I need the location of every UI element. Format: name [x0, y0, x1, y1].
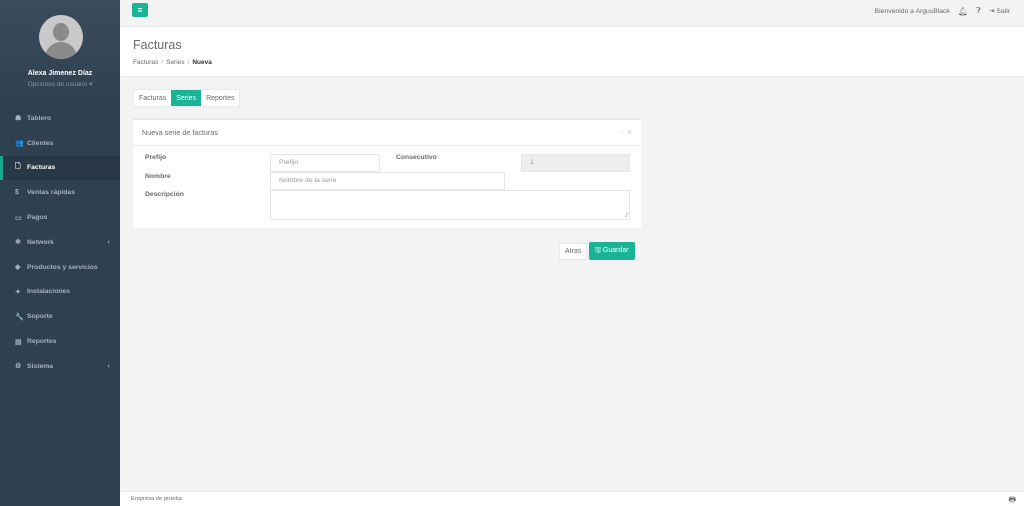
- series-form-panel: Nueva serie de facturas ▫ ✕ Prefijo Pref…: [133, 118, 641, 228]
- breadcrumb-current: Nueva: [192, 59, 212, 66]
- chevron-left-icon: ‹: [107, 238, 110, 246]
- nombre-input[interactable]: Nombre de la serie: [270, 172, 505, 190]
- install-icon: ✦: [15, 288, 21, 296]
- dashboard-icon: ☗: [15, 115, 22, 123]
- sidebar-item-facturas[interactable]: 🗋 Facturas: [0, 155, 120, 181]
- book-icon: ▤: [15, 338, 22, 346]
- sidebar-item-instalaciones[interactable]: ✦ Instalaciones: [0, 280, 120, 305]
- sidebar-item-label: Ventas rápidas: [27, 189, 75, 197]
- sidebar-item-label: Reportes: [27, 338, 57, 346]
- tab-facturas[interactable]: Facturas: [134, 90, 171, 106]
- page-title: Facturas: [133, 38, 182, 52]
- logout-label: Salir: [996, 8, 1010, 15]
- printer-icon[interactable]: 🖶︎: [1008, 494, 1016, 506]
- save-label: Guardar: [602, 247, 629, 254]
- sidebar-nav: ☗ Tablero 👥 Clientes 🗋 Facturas $ Ventas…: [0, 106, 120, 379]
- sidebar-item-pagos[interactable]: ▭ Pagos: [0, 205, 120, 230]
- sidebar-item-label: Sistema: [27, 362, 54, 370]
- consecutivo-label: Consecutivo: [396, 154, 437, 161]
- panel-title: Nueva serie de facturas: [142, 128, 218, 137]
- profile-section: Alexa Jimenez Díaz Opciones de usuario ▾: [0, 0, 120, 106]
- avatar-head: [53, 23, 69, 41]
- top-right-area: Bienvenido a ArgusBlack 🔔︎ ❓︎ ⇥ Salir: [875, 6, 1010, 16]
- breadcrumb: Facturas / Series / Nueva: [133, 59, 212, 66]
- user-options-dropdown[interactable]: Opciones de usuario ▾: [0, 80, 120, 88]
- avatar[interactable]: [39, 15, 83, 59]
- user-name: Alexa Jimenez Díaz: [27, 70, 93, 77]
- users-icon: 👥: [15, 140, 24, 148]
- save-button[interactable]: 🖫︎ Guardar: [589, 242, 635, 260]
- file-icon: 🗋: [15, 163, 21, 171]
- breadcrumb-separator: /: [187, 59, 190, 66]
- sidebar-item-label: Clientes: [27, 139, 54, 147]
- sidebar-item-ventas-rapidas[interactable]: $ Ventas rápidas: [0, 180, 120, 205]
- footer-company: Empresa de prueba: [131, 496, 182, 502]
- bell-icon[interactable]: 🔔︎: [958, 7, 968, 16]
- sidebar-item-label: Productos y servicios: [27, 263, 98, 271]
- help-icon[interactable]: ❓︎: [976, 6, 981, 16]
- consecutivo-input: 1: [521, 154, 630, 172]
- credit-card-icon: ▭: [15, 214, 22, 222]
- sidebar-item-tablero[interactable]: ☗ Tablero: [0, 106, 120, 131]
- page-header: Facturas Facturas / Series / Nueva: [120, 27, 1024, 77]
- sidebar-item-reportes[interactable]: ▤ Reportes: [0, 329, 120, 354]
- breadcrumb-series[interactable]: Series: [166, 59, 184, 66]
- logout-link[interactable]: ⇥ Salir: [989, 7, 1010, 15]
- breadcrumb-separator: /: [161, 59, 164, 66]
- sidebar-item-clientes[interactable]: 👥 Clientes: [0, 131, 120, 156]
- sidebar-item-label: Facturas: [27, 164, 56, 172]
- panel-header: Nueva serie de facturas ▫ ✕: [133, 120, 641, 146]
- welcome-text: Bienvenido a ArgusBlack: [874, 7, 950, 15]
- minimize-icon[interactable]: ▫: [621, 130, 624, 136]
- close-icon[interactable]: ✕: [627, 130, 633, 136]
- menu-toggle-button[interactable]: ≡: [132, 3, 148, 17]
- back-button[interactable]: Atras: [559, 243, 588, 260]
- sidebar-item-label: Network: [27, 238, 54, 246]
- descripcion-label: Descripción: [145, 191, 184, 198]
- breadcrumb-facturas[interactable]: Facturas: [133, 59, 158, 66]
- top-bar: ≡ Bienvenido a ArgusBlack 🔔︎ ❓︎ ⇥ Salir: [120, 0, 1024, 27]
- sidebar-item-network[interactable]: ❄ Network ‹: [0, 230, 120, 255]
- prefijo-input[interactable]: Prefijo: [270, 154, 380, 172]
- sidebar-item-label: Pagos: [27, 214, 48, 222]
- tab-reportes[interactable]: Reportes: [201, 90, 239, 106]
- save-icon: 🖫︎: [595, 247, 603, 254]
- tag-icon: ◆: [15, 264, 21, 272]
- sidebar-item-label: Tablero: [27, 114, 52, 122]
- tab-bar: Facturas Series Reportes: [133, 89, 241, 107]
- avatar-shoulders: [45, 42, 77, 59]
- chevron-left-icon: ‹: [107, 362, 110, 370]
- sidebar-item-soporte[interactable]: 🔧 Soporte: [0, 304, 120, 329]
- resize-handle-icon[interactable]: ⁄⁄: [626, 213, 628, 219]
- sidebar-item-label: Instalaciones: [27, 288, 71, 296]
- descripcion-textarea[interactable]: ⁄⁄: [270, 190, 630, 220]
- gear-icon: ⚙: [15, 363, 22, 371]
- sidebar-item-productos[interactable]: ◆ Productos y servicios: [0, 255, 120, 280]
- dollar-icon: $: [15, 189, 19, 197]
- sidebar-item-sistema[interactable]: ⚙ Sistema ‹: [0, 354, 120, 379]
- sidebar: Alexa Jimenez Díaz Opciones de usuario ▾…: [0, 0, 120, 506]
- nombre-label: Nombre: [145, 173, 171, 180]
- sidebar-item-label: Soporte: [27, 313, 53, 321]
- network-icon: ❄: [15, 239, 21, 247]
- footer: Empresa de prueba 🖶︎: [120, 491, 1024, 506]
- prefijo-label: Prefijo: [145, 154, 167, 161]
- panel-tools: ▫ ✕: [621, 129, 633, 136]
- wrench-icon: 🔧: [15, 313, 24, 321]
- tab-series[interactable]: Series: [171, 90, 202, 106]
